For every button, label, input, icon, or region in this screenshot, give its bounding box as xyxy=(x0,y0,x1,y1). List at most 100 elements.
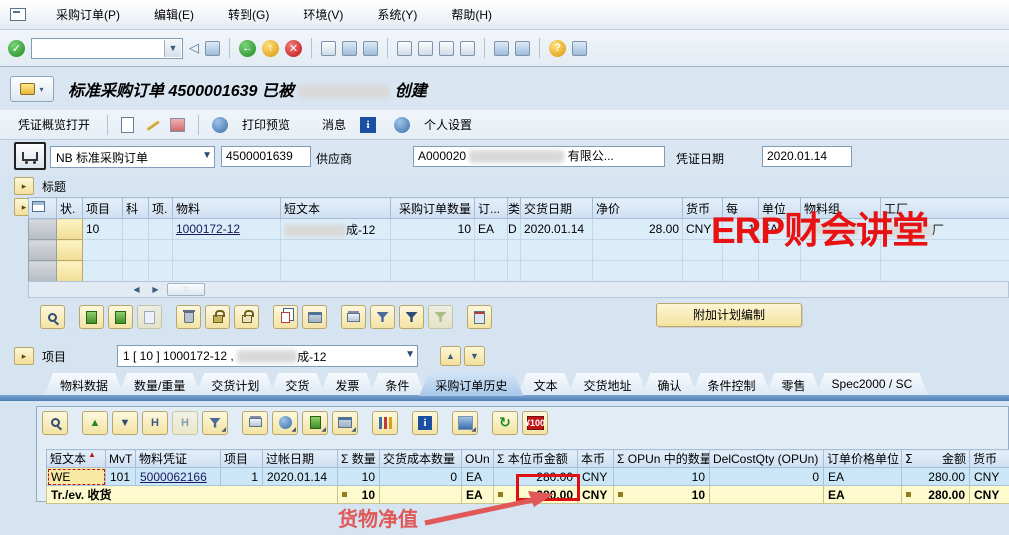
unlock-item-icon[interactable] xyxy=(234,305,259,329)
row-selector[interactable] xyxy=(29,261,57,282)
tab-delivery-address[interactable]: 交货地址 xyxy=(567,373,647,396)
tab-material-data[interactable]: 物料数据 xyxy=(44,373,124,396)
scroll-left-icon[interactable]: ◀ xyxy=(129,283,144,296)
save-icon[interactable] xyxy=(205,41,220,56)
col-item[interactable]: 项目 xyxy=(221,450,263,468)
back-icon[interactable]: ← xyxy=(239,40,256,57)
material-link[interactable]: 1000172-12 xyxy=(176,222,240,236)
cart-icon[interactable] xyxy=(14,142,46,170)
exit-icon[interactable]: ↑ xyxy=(262,40,279,57)
tab-delivery-schedule[interactable]: 交货计划 xyxy=(195,373,275,396)
tab-quantities-weights[interactable]: 数量/重量 xyxy=(118,373,201,396)
display-other-document-icon[interactable] xyxy=(170,118,185,132)
print-icon[interactable] xyxy=(321,41,336,56)
create-document-icon[interactable] xyxy=(121,117,134,133)
copy-item-icon[interactable] xyxy=(137,305,162,329)
tab-confirmations[interactable]: 确认 xyxy=(641,373,697,396)
details-icon[interactable] xyxy=(42,411,68,435)
filter-icon[interactable] xyxy=(370,305,395,329)
col-delivery-cost-qty[interactable]: 交货成本数量 xyxy=(380,450,462,468)
details-icon[interactable] xyxy=(40,305,65,329)
insert-item-icon[interactable] xyxy=(79,305,104,329)
clipboard-icon[interactable] xyxy=(467,305,492,329)
row-selector-header[interactable] xyxy=(29,198,57,219)
system-menu-icon[interactable] xyxy=(10,8,26,21)
tab-spec2000[interactable]: Spec2000 / SC xyxy=(816,373,929,396)
scroll-right-icon[interactable]: ▶ xyxy=(148,283,163,296)
material-doc-link[interactable]: 5000062166 xyxy=(140,470,207,484)
col-material[interactable]: 物料 xyxy=(173,198,281,219)
next-page-icon[interactable] xyxy=(439,41,454,56)
col-amount[interactable]: Σ金额 xyxy=(902,450,970,468)
services-for-object-button[interactable]: ▾ xyxy=(10,76,54,102)
col-qty-opun[interactable]: Σ OPUn 中的数量 xyxy=(614,450,710,468)
first-page-icon[interactable] xyxy=(397,41,412,56)
item-select[interactable]: 1 [ 10 ] 1000172-12 , 成-12 ▼ xyxy=(117,345,418,367)
cancel-icon[interactable]: ✕ xyxy=(285,40,302,57)
col-lc[interactable]: 本币 xyxy=(578,450,614,468)
command-field[interactable]: ▼ xyxy=(31,38,183,59)
menu-item-system[interactable]: 系统(Y) xyxy=(373,4,421,25)
last-page-icon[interactable] xyxy=(460,41,475,56)
col-amount-lc[interactable]: Σ 本位币金额 xyxy=(494,450,578,468)
personal-settings-button[interactable]: 个人设置 xyxy=(420,114,476,135)
print-preview-icon[interactable]: ◢ xyxy=(272,411,298,435)
layout-icon[interactable]: ◢ xyxy=(332,411,358,435)
lock-item-icon[interactable] xyxy=(205,305,230,329)
duplicate-icon[interactable] xyxy=(273,305,298,329)
col-oun[interactable]: 订... xyxy=(475,198,508,219)
export-icon[interactable]: ◢ xyxy=(302,411,328,435)
col-status[interactable]: 状. xyxy=(57,198,83,219)
col-item[interactable]: 项目 xyxy=(83,198,123,219)
material-doc-cell[interactable]: 5000062166 xyxy=(136,468,221,486)
create-shortcut-icon[interactable] xyxy=(515,41,530,56)
tab-delivery[interactable]: 交货 xyxy=(269,373,325,396)
row-selector[interactable] xyxy=(29,240,57,261)
currency-icon[interactable]: ¥100 xyxy=(522,411,548,435)
status-cell[interactable] xyxy=(57,240,83,261)
row-selector[interactable] xyxy=(29,219,57,240)
next-item-button[interactable]: ▼ xyxy=(464,346,485,366)
previous-page-icon[interactable] xyxy=(418,41,433,56)
tab-condition-control[interactable]: 条件控制 xyxy=(691,373,771,396)
doc-date-field[interactable]: 2020.01.14 xyxy=(762,146,852,167)
change-pencil-icon[interactable] xyxy=(144,117,160,133)
previous-item-button[interactable]: ▲ xyxy=(440,346,461,366)
back-triangle-icon[interactable]: ◁ xyxy=(189,40,199,56)
col-cat[interactable]: 类 xyxy=(508,198,521,219)
menu-item-goto[interactable]: 转到(G) xyxy=(224,4,273,25)
tab-invoice[interactable]: 发票 xyxy=(319,373,375,396)
col-po-quantity[interactable]: 采购订单数量 xyxy=(391,198,475,219)
status-cell[interactable] xyxy=(57,261,83,282)
refresh-icon[interactable]: ↻ xyxy=(492,411,518,435)
collapse-item-detail-icon[interactable]: ▸ xyxy=(14,347,34,365)
menu-item-environment[interactable]: 环境(V) xyxy=(299,4,347,25)
col-mvt[interactable]: MvT xyxy=(106,450,136,468)
info-icon[interactable]: i xyxy=(360,117,376,133)
personal-settings-icon[interactable] xyxy=(394,117,410,133)
find-icon[interactable]: H xyxy=(142,411,168,435)
col-short-text[interactable]: 短文本 xyxy=(281,198,391,219)
sort-ascending-icon[interactable]: ▲ xyxy=(82,411,108,435)
schedule-settings-icon[interactable] xyxy=(302,305,327,329)
menu-item-purchase-order[interactable]: 采购订单(P) xyxy=(52,4,124,25)
find-next-icon[interactable]: H xyxy=(172,411,198,435)
col-posting-date[interactable]: 过帐日期 xyxy=(263,450,338,468)
menu-item-help[interactable]: 帮助(H) xyxy=(447,4,496,25)
col-currency[interactable]: 货币 xyxy=(970,450,1009,468)
history-views-icon[interactable]: ◢ xyxy=(452,411,478,435)
filter-icon[interactable]: ◢ xyxy=(202,411,228,435)
col-qty[interactable]: Σ 数量 xyxy=(338,450,380,468)
status-cell[interactable] xyxy=(57,219,83,240)
col-short-text[interactable]: 短文本▲ xyxy=(47,450,106,468)
tab-retail[interactable]: 零售 xyxy=(766,373,822,396)
tab-texts[interactable]: 文本 xyxy=(517,373,573,396)
print-preview-button[interactable]: 打印预览 xyxy=(238,114,294,135)
find-next-icon[interactable] xyxy=(363,41,378,56)
insert-row-icon[interactable] xyxy=(108,305,133,329)
material-cell[interactable]: 1000172-12 xyxy=(173,219,281,240)
menu-item-edit[interactable]: 编辑(E) xyxy=(150,4,198,25)
additional-planning-button[interactable]: 附加计划编制 xyxy=(656,303,802,327)
graphic-icon[interactable] xyxy=(372,411,398,435)
info-icon[interactable]: i xyxy=(412,411,438,435)
